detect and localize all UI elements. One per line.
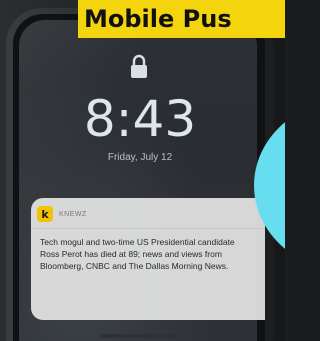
notification-app-name: KNEWZ [59,210,87,218]
lockscreen-time: 8:43 [83,90,197,148]
notification-header: k KNEWZ [37,206,87,222]
push-notification[interactable]: k KNEWZ Tech mogul and two-time US Presi… [31,198,265,320]
lockscreen-screenshot: Mobile Pus 8:43 Friday, July 12 k KNEWZ … [0,0,285,341]
home-indicator [100,334,180,338]
lock-icon [128,54,150,80]
notification-divider [31,228,265,229]
banner-title: Mobile Pus [84,5,232,33]
title-banner: Mobile Pus [78,0,285,38]
knewz-app-icon: k [37,206,53,222]
notification-body: Tech mogul and two-time US Presidential … [40,237,235,271]
lockscreen-date: Friday, July 12 [107,152,173,163]
